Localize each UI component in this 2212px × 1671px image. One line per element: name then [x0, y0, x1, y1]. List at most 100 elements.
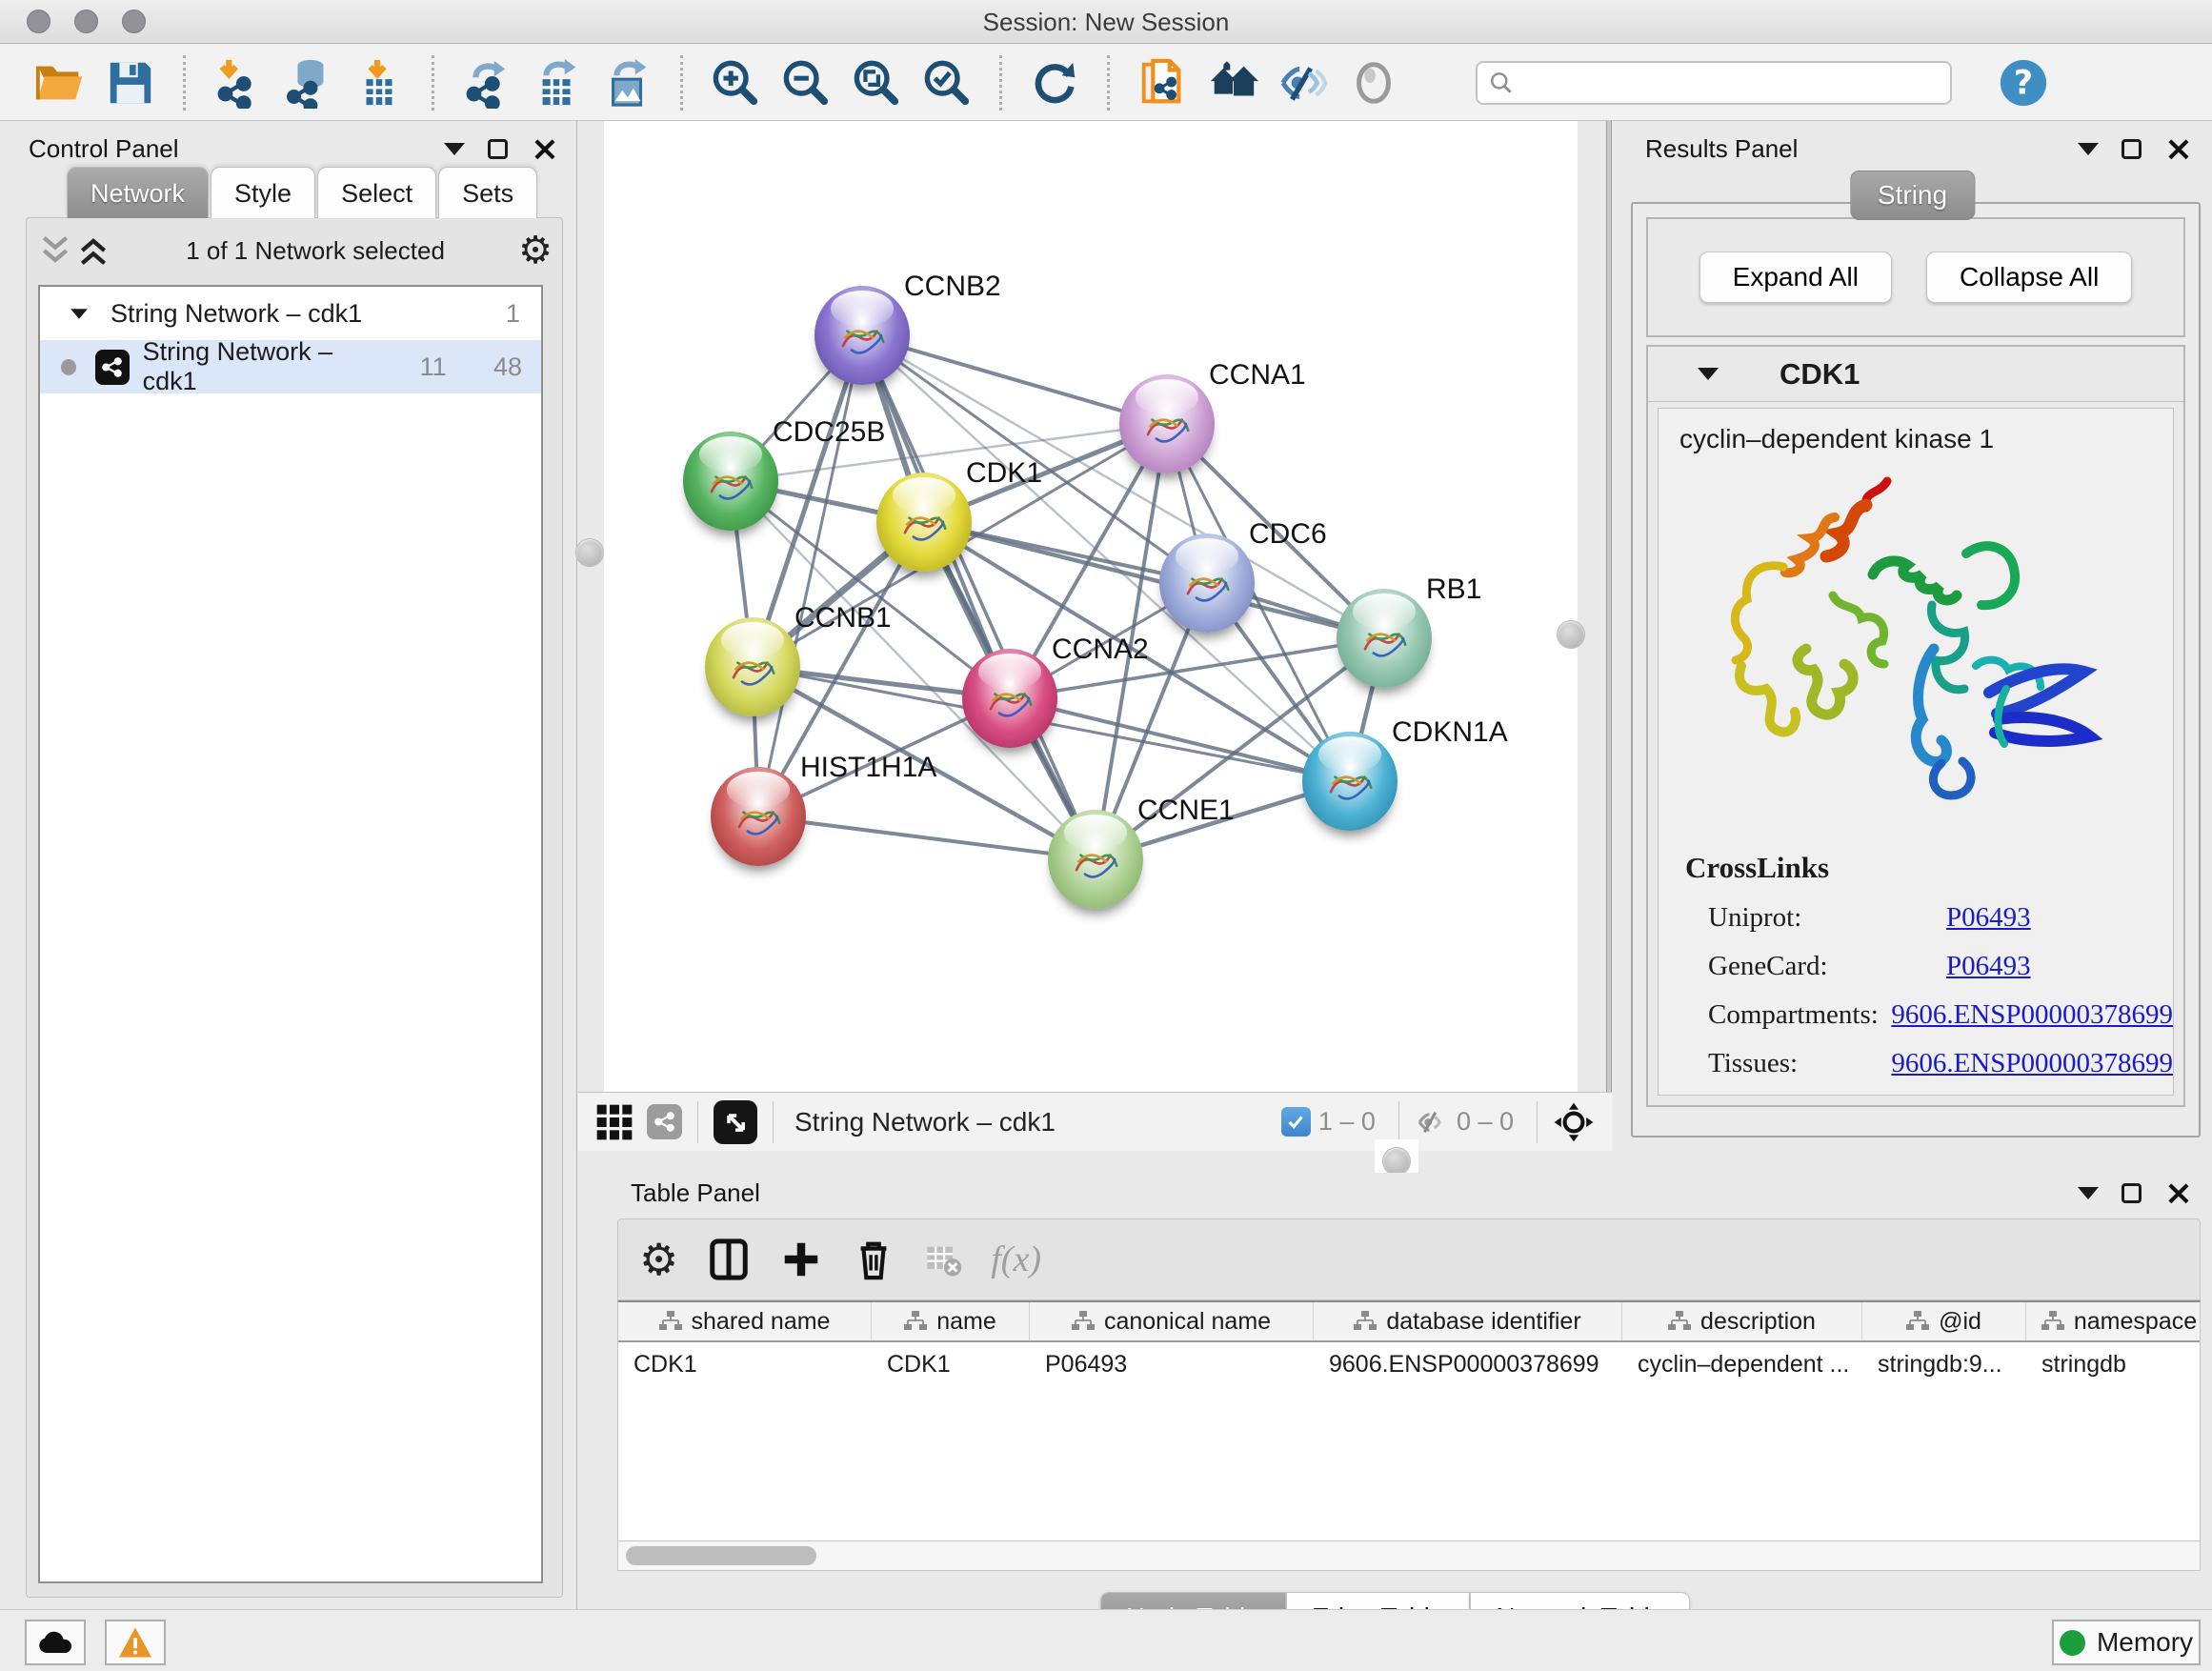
delete-column-icon[interactable]: [852, 1238, 895, 1281]
zoom-window-button[interactable]: [122, 10, 146, 33]
network-navbar: String Network – cdk1 1 – 0 0 – 0: [578, 1092, 1612, 1151]
refresh-button[interactable]: [1025, 53, 1084, 112]
maximize-panel-icon[interactable]: [488, 139, 508, 159]
import-network-button[interactable]: [209, 53, 268, 112]
tab-network[interactable]: Network: [67, 167, 209, 218]
table-cell[interactable]: cyclin–dependent ...: [1622, 1351, 1862, 1379]
crosslink-link[interactable]: 9606.ENSP00000378699: [1891, 999, 2173, 1031]
scrollbar-thumb[interactable]: [626, 1546, 816, 1565]
help-button[interactable]: ?: [1994, 53, 2053, 112]
network-row[interactable]: String Network – cdk1 11 48: [40, 340, 541, 393]
tab-style[interactable]: Style: [211, 167, 315, 218]
column-header-namespace[interactable]: namespace: [2026, 1302, 2201, 1340]
network-options-gear-icon[interactable]: ⚙: [518, 232, 553, 270]
maximize-panel-icon[interactable]: [2122, 139, 2142, 159]
table-splitter-grip[interactable]: [1382, 1147, 1411, 1176]
horizontal-splitter[interactable]: [578, 1151, 2212, 1173]
crosslink-link[interactable]: P06493: [1946, 951, 2031, 982]
show-all-button[interactable]: [1344, 53, 1403, 112]
network-node-CCNB2[interactable]: [814, 286, 910, 385]
right-splitter-grip[interactable]: [1557, 620, 1585, 649]
gene-section-header[interactable]: CDK1: [1648, 347, 2183, 402]
grid-view-icon[interactable]: [595, 1103, 633, 1141]
share-document-button[interactable]: [1133, 53, 1192, 112]
panel-divider[interactable]: [1606, 121, 1612, 1092]
open-session-button[interactable]: [30, 53, 90, 112]
network-node-HIST1H1A[interactable]: [711, 767, 806, 866]
close-window-button[interactable]: [27, 10, 50, 33]
export-image-button[interactable]: [598, 53, 657, 112]
network-node-CCNA1[interactable]: [1119, 374, 1215, 473]
zoom-selected-button[interactable]: [917, 53, 976, 112]
float-panel-icon[interactable]: [444, 143, 465, 155]
table-cell[interactable]: CDK1: [618, 1351, 872, 1379]
search-input[interactable]: [1521, 70, 1939, 96]
zoom-out-button[interactable]: [776, 53, 835, 112]
maximize-panel-icon[interactable]: [2122, 1183, 2142, 1203]
network-canvas[interactable]: CCNB2CCNA1CDC25BCDK1CDC6RB1CCNB1CCNA2CDK…: [604, 121, 1578, 1092]
expand-all-button[interactable]: Expand All: [1699, 252, 1892, 303]
table-cell[interactable]: stringdb:9...: [1862, 1351, 2026, 1379]
column-header--id[interactable]: @id: [1862, 1302, 2026, 1340]
column-header-canonical-name[interactable]: canonical name: [1030, 1302, 1314, 1340]
left-splitter-grip[interactable]: [575, 538, 604, 567]
column-header-description[interactable]: description: [1622, 1302, 1862, 1340]
home-button[interactable]: [1203, 53, 1262, 112]
network-node-CDKN1A[interactable]: [1302, 732, 1398, 831]
table-horizontal-scrollbar[interactable]: [617, 1540, 2201, 1571]
table-cell[interactable]: 9606.ENSP00000378699: [1314, 1351, 1622, 1379]
table-cell[interactable]: CDK1: [872, 1351, 1030, 1379]
import-network-from-database-button[interactable]: [279, 53, 338, 112]
collection-collapse-icon[interactable]: [70, 309, 88, 318]
detach-view-button[interactable]: [714, 1100, 757, 1144]
crosslink-link[interactable]: P06493: [1946, 902, 2031, 934]
birdseye-navigator-icon[interactable]: [1553, 1101, 1595, 1143]
network-node-CDC25B[interactable]: [683, 432, 778, 531]
save-session-button[interactable]: [101, 53, 160, 112]
network-node-CCNB1[interactable]: [705, 617, 800, 716]
add-column-icon[interactable]: [779, 1238, 823, 1281]
network-collection-row[interactable]: String Network – cdk1 1: [40, 287, 541, 340]
edge-HIST1H1A-CCNE1[interactable]: [758, 816, 1096, 859]
tab-sets[interactable]: Sets: [438, 167, 537, 218]
float-panel-icon[interactable]: [2078, 143, 2099, 155]
warning-status-button[interactable]: [105, 1620, 166, 1665]
table-options-gear-icon[interactable]: ⚙: [639, 1240, 678, 1278]
node-label-CCNA2: CCNA2: [1052, 634, 1149, 666]
collapse-all-icon[interactable]: [36, 232, 74, 270]
cloud-status-button[interactable]: [25, 1620, 86, 1665]
table-cell[interactable]: stringdb: [2026, 1351, 2201, 1379]
network-node-CDK1[interactable]: [876, 473, 972, 572]
expand-all-icon[interactable]: [74, 232, 112, 270]
tab-select[interactable]: Select: [317, 167, 436, 218]
import-table-button[interactable]: [350, 53, 409, 112]
selected-checkbox-icon[interactable]: [1281, 1107, 1311, 1137]
crosslink-link[interactable]: 9606.ENSP00000378699: [1891, 1048, 2173, 1079]
zoom-in-button[interactable]: [706, 53, 765, 112]
minimize-window-button[interactable]: [74, 10, 98, 33]
table-cell[interactable]: P06493: [1030, 1351, 1314, 1379]
hide-selected-button[interactable]: [1274, 53, 1333, 112]
column-header-name[interactable]: name: [872, 1302, 1030, 1340]
column-header-shared-name[interactable]: shared name: [618, 1302, 872, 1340]
zoom-fit-button[interactable]: [847, 53, 906, 112]
memory-status-dot: [2060, 1630, 2085, 1656]
collapse-all-button[interactable]: Collapse All: [1926, 252, 2132, 303]
export-network-button[interactable]: [457, 53, 516, 112]
show-columns-icon[interactable]: [707, 1238, 751, 1281]
export-table-button[interactable]: [528, 53, 587, 112]
network-node-CDC6[interactable]: [1159, 534, 1255, 633]
column-header-database-identifier[interactable]: database identifier: [1314, 1302, 1622, 1340]
memory-button[interactable]: Memory: [2052, 1620, 2201, 1665]
network-node-CCNE1[interactable]: [1048, 810, 1143, 909]
float-panel-icon[interactable]: [2078, 1187, 2099, 1199]
network-node-CCNA2[interactable]: [962, 649, 1057, 748]
edge-CCNB2-HIST1H1A[interactable]: [758, 335, 862, 816]
close-panel-icon[interactable]: ×: [2164, 140, 2193, 159]
section-collapse-icon[interactable]: [1698, 368, 1719, 380]
close-panel-icon[interactable]: ×: [2164, 1184, 2193, 1203]
close-panel-icon[interactable]: ×: [531, 140, 559, 159]
network-view-share-icon[interactable]: [647, 1104, 682, 1139]
tab-string[interactable]: String: [1850, 171, 1975, 220]
network-node-RB1[interactable]: [1337, 589, 1432, 688]
